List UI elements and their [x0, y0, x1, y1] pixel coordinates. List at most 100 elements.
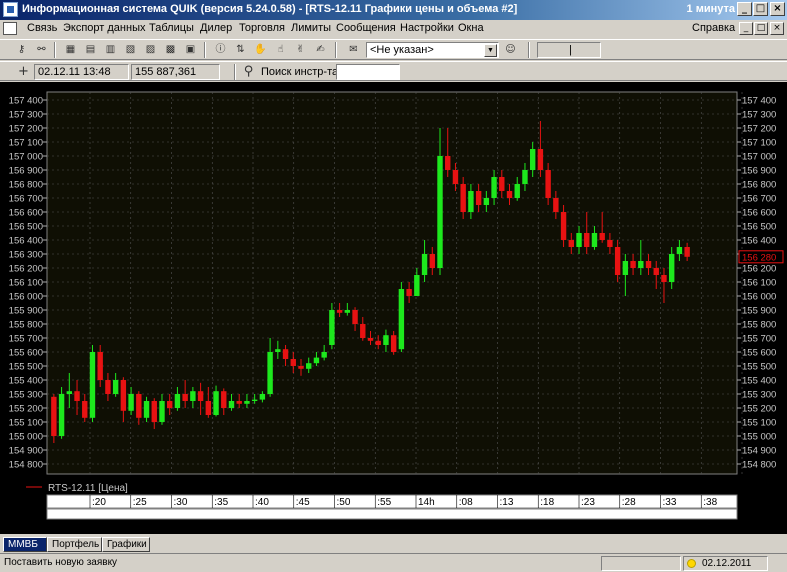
candle-down: [568, 240, 574, 247]
price-chart[interactable]: 157 400 157 400 157 300 157 300 157 200 157 2…: [0, 82, 787, 534]
orders-icon[interactable]: ▥: [102, 42, 119, 58]
candle-up: [275, 349, 281, 352]
y-tick-label-right: 157 300: [742, 110, 776, 121]
y-tick-label-right: 156 600: [742, 208, 776, 219]
candle-up: [383, 335, 389, 345]
blank-toolbar-field: |: [537, 42, 601, 58]
candle-up: [213, 391, 219, 415]
candle-up: [491, 177, 497, 198]
candle-down: [661, 275, 667, 282]
y-tick-label-left: 155 500: [9, 362, 43, 373]
portfolio-icon[interactable]: ▨: [142, 42, 159, 58]
y-tick-label-left: 155 000: [9, 432, 43, 443]
y-tick-label-right: 155 700: [742, 334, 776, 345]
y-tick-label-left: 157 300: [9, 110, 43, 121]
limits-icon[interactable]: ✌: [292, 42, 309, 58]
hand-icon[interactable]: ✋: [252, 42, 269, 58]
account-select[interactable]: <Не указан> ▼: [366, 42, 499, 58]
x-tick-label: :30: [174, 497, 188, 508]
tab-micex[interactable]: ММВБ: [3, 537, 47, 552]
chart-window[interactable]: 157 400 157 400 157 300 157 300 157 200 157 2…: [0, 82, 787, 534]
candle-down: [614, 247, 621, 275]
candle-down: [205, 401, 212, 415]
maximize-button[interactable]: □: [753, 2, 768, 16]
quotes-icon[interactable]: ▤: [82, 42, 99, 58]
account-select-value: <Не указан>: [370, 44, 434, 56]
menu-item-tables[interactable]: Таблицы: [149, 22, 194, 34]
mdi-restore-button[interactable]: □: [754, 22, 768, 35]
search-icon[interactable]: ⚲: [240, 64, 257, 80]
y-tick-label-left: 156 100: [9, 278, 43, 289]
candle-down: [406, 289, 412, 296]
candle-down: [51, 396, 57, 436]
datetime-field: 02.12.11 13:48: [34, 64, 129, 80]
alert-icon[interactable]: ⓘ: [212, 42, 229, 58]
menu-item-connection[interactable]: Связь: [27, 22, 57, 34]
transfer-icon[interactable]: ✍: [312, 42, 329, 58]
x-tick-label: :43: [744, 497, 758, 508]
candle-down: [298, 366, 304, 369]
chevron-down-icon[interactable]: ▼: [484, 44, 497, 57]
candle-down: [360, 324, 366, 338]
x-tick-label: :45: [296, 497, 310, 508]
chart-window-icon[interactable]: ▩: [162, 42, 179, 58]
y-tick-label-left: 155 400: [9, 376, 43, 387]
y-tick-label-right: 155 600: [742, 348, 776, 359]
menu-item-messages[interactable]: Сообщения: [336, 22, 396, 34]
y-tick-label-right: 155 500: [742, 362, 776, 373]
datetime-value: 02.12.11 13:48: [38, 66, 111, 78]
blank-toolbar-field-value: |: [569, 44, 572, 56]
candle-down: [74, 391, 80, 401]
table-icon[interactable]: ▦: [62, 42, 79, 58]
user-icon[interactable]: ☺: [502, 42, 519, 58]
mdi-minimize-button[interactable]: _: [739, 22, 753, 35]
x-tick-label: :18: [540, 497, 554, 508]
connect-icon[interactable]: ⚷: [13, 42, 30, 58]
disconnect-icon[interactable]: ⚯: [33, 42, 50, 58]
candle-down: [236, 401, 242, 404]
menu-item-windows[interactable]: Окна: [458, 22, 484, 34]
plus-icon[interactable]: +: [15, 64, 32, 80]
minimize-button[interactable]: _: [737, 2, 752, 16]
y-tick-label-left: 155 900: [9, 306, 43, 317]
menu-item-export[interactable]: Экспорт данных: [63, 22, 145, 34]
toolbar-separator: [204, 42, 206, 58]
candle-down: [645, 261, 652, 268]
candle-down: [167, 401, 173, 408]
close-button[interactable]: ×: [770, 2, 785, 16]
search-input[interactable]: [336, 64, 400, 80]
x-tick-label: :08: [459, 497, 473, 508]
plot-area: [46, 91, 738, 475]
x-tick-label: :40: [255, 497, 269, 508]
new-order-icon[interactable]: ⇅: [232, 42, 249, 58]
y-tick-label-left: 156 600: [9, 208, 43, 219]
y-tick-label-left: 155 600: [9, 348, 43, 359]
window-title: Информационная система QUIK (версия 5.24…: [22, 3, 518, 15]
status-date: 02.12.2011: [702, 558, 752, 569]
y-tick-label-left: 156 000: [9, 292, 43, 303]
candle-up: [468, 191, 474, 212]
candle-up: [529, 149, 536, 170]
stop-order-icon[interactable]: ☝: [272, 42, 289, 58]
trades-icon[interactable]: ▧: [122, 42, 139, 58]
candle-down: [221, 391, 227, 408]
info-toolbar: + 02.12.11 13:48 155 887,361 ⚲ Поиск инс…: [0, 61, 787, 81]
candle-up: [190, 391, 196, 401]
menu-item-help[interactable]: Справка: [692, 22, 735, 34]
menu-item-trading[interactable]: Торговля: [239, 22, 285, 34]
menu-item-settings[interactable]: Настройки: [400, 22, 454, 34]
menu-item-limits[interactable]: Лимиты: [291, 22, 331, 34]
news-icon[interactable]: ▣: [182, 42, 199, 58]
y-tick-label-left: 154 800: [9, 460, 43, 471]
tab-portfolio[interactable]: Портфель: [47, 537, 102, 552]
mdi-window-icon[interactable]: [3, 22, 17, 35]
menu-item-dealer[interactable]: Дилер: [200, 22, 232, 34]
y-tick-label-right: 157 200: [742, 124, 776, 135]
x-tick-label: :55: [377, 497, 391, 508]
y-tick-label-left: 154 900: [9, 446, 43, 457]
message-icon[interactable]: ✉: [345, 42, 362, 58]
y-tick-label-left: 156 500: [9, 222, 43, 233]
quik-app-icon[interactable]: [3, 2, 18, 17]
mdi-close-button[interactable]: ×: [770, 22, 784, 35]
tab-charts[interactable]: Графики: [102, 537, 150, 552]
